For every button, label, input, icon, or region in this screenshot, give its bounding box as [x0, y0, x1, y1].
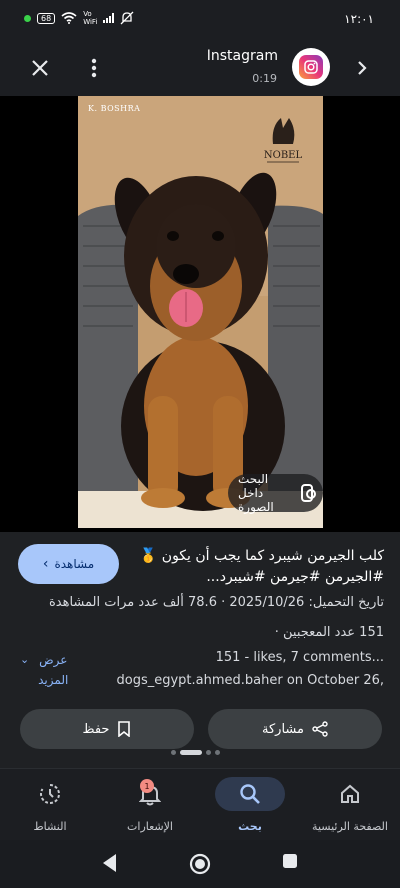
- wifi-icon: [61, 12, 77, 24]
- volte-label: Vo: [83, 10, 92, 18]
- visit-label: مشاهدة: [54, 557, 95, 571]
- wifi-label: WiFi: [83, 18, 98, 26]
- source-app-title[interactable]: Instagram: [207, 48, 278, 64]
- source-elapsed-time: 0:19: [252, 72, 277, 85]
- nav-activity[interactable]: النشاط: [0, 777, 100, 833]
- chevron-left-icon: ‹: [42, 556, 49, 572]
- nav-search-label: بحث: [238, 820, 262, 833]
- signal-icon: [103, 13, 115, 23]
- show-more-button[interactable]: ⌄ عرض المزيد: [20, 650, 71, 690]
- page-dot-active: [180, 750, 202, 755]
- system-navigation-bar: [0, 840, 400, 888]
- bell-icon: 1: [120, 777, 180, 811]
- visit-button[interactable]: ‹ مشاهدة: [18, 544, 119, 584]
- home-icon: [320, 777, 380, 811]
- dog-photo[interactable]: NOBEL K. BOSHRA البحث داخل الصورة: [78, 96, 323, 528]
- share-button[interactable]: مشاركة: [208, 709, 382, 749]
- recording-dot-icon: [24, 14, 31, 22]
- back-icon[interactable]: [100, 852, 120, 874]
- view-count: 78.6 ألف عدد مرات المشاهدة: [48, 595, 217, 610]
- more-vert-icon[interactable]: [78, 52, 110, 84]
- chevron-down-icon: ⌄: [20, 653, 30, 666]
- nav-activity-label: النشاط: [33, 820, 67, 833]
- upload-meta: تاريخ التحميل: 2025/10/26 · 78.6 ألف عدد…: [49, 595, 384, 610]
- share-label: مشاركة: [262, 721, 304, 737]
- page-dot: [206, 750, 211, 755]
- close-icon[interactable]: [24, 52, 56, 84]
- page-indicator: [171, 750, 220, 755]
- separator-dot: ·: [216, 595, 226, 610]
- show-more-label: عرض المزيد: [38, 653, 69, 687]
- page-dot: [215, 750, 220, 755]
- clock: ١٢:٠١: [344, 12, 374, 26]
- mute-icon: [120, 11, 134, 25]
- instagram-author-line: dogs_egypt.ahmed.baher on October 26,: [116, 673, 385, 688]
- upload-date: تاريخ التحميل: 2025/10/26: [229, 595, 384, 610]
- chevron-right-icon[interactable]: [346, 52, 378, 84]
- result-info-panel: ‹ مشاهدة كلب الجيرمن شيبرد كما يجب أن يك…: [0, 532, 400, 768]
- nav-notifications[interactable]: 1 الإشعارات: [100, 777, 200, 833]
- google-lens-icon: [301, 484, 316, 502]
- status-icons: 68 Vo WiFi: [24, 10, 134, 26]
- share-icon: [312, 721, 328, 737]
- likes-count: 151 عدد المعجبين: [283, 625, 384, 640]
- instagram-logo[interactable]: [292, 48, 330, 86]
- nav-home[interactable]: الصفحة الرئيسية: [300, 777, 400, 833]
- bottom-navigation: النشاط 1 الإشعارات بحث الصفحة الرئيسية: [0, 768, 400, 840]
- home-circle-icon[interactable]: [188, 852, 212, 876]
- watermark-text: K. BOSHRA: [88, 104, 141, 113]
- search-inside-image-button[interactable]: البحث داخل الصورة: [228, 472, 323, 514]
- separator-dot: ·: [274, 625, 279, 640]
- likes-meta: 151 عدد المعجبين ·: [275, 625, 384, 640]
- viewer-header: Instagram 0:19: [0, 40, 400, 96]
- page-dot: [171, 750, 176, 755]
- bookmark-icon: [118, 721, 131, 737]
- search-inside-image-label: البحث داخل الصورة: [238, 472, 274, 514]
- battery-level: 68: [41, 13, 52, 23]
- save-button[interactable]: حفظ: [20, 709, 194, 749]
- recents-icon[interactable]: [281, 852, 299, 870]
- image-viewer: NOBEL K. BOSHRA البحث داخل الصورة: [0, 96, 400, 532]
- search-icon: [215, 777, 285, 811]
- instagram-summary: 151 - likes, 7 comments...: [215, 650, 384, 665]
- save-label: حفظ: [82, 721, 110, 737]
- volte-indicator: Vo WiFi: [83, 10, 97, 26]
- nav-home-label: الصفحة الرئيسية: [312, 820, 388, 833]
- dog-illustration: NOBEL: [78, 96, 323, 528]
- nav-notifications-label: الإشعارات: [127, 820, 173, 833]
- svg-text:NOBEL: NOBEL: [264, 150, 303, 161]
- status-bar: 68 Vo WiFi ١٢:٠١: [0, 0, 400, 40]
- notification-badge: 1: [140, 779, 154, 793]
- post-caption[interactable]: كلب الجيرمن شيبرد كما يجب أن يكون 🥇#الجي…: [130, 546, 384, 588]
- nav-search[interactable]: بحث: [200, 777, 300, 833]
- battery-icon: 68: [37, 12, 56, 24]
- activity-icon: [20, 777, 80, 811]
